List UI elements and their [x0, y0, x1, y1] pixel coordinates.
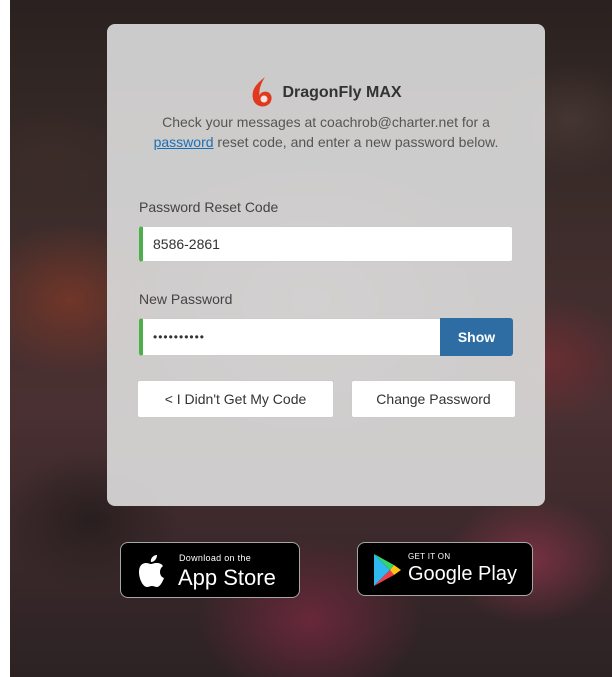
- change-password-button[interactable]: Change Password: [351, 380, 516, 418]
- reset-code-label: Password Reset Code: [139, 199, 279, 215]
- reset-code-input[interactable]: 8586-2861: [139, 226, 513, 262]
- google-play-badge[interactable]: GET IT ON Google Play: [357, 542, 533, 596]
- google-play-icon: [372, 553, 402, 592]
- google-play-small-text: GET IT ON: [408, 552, 451, 561]
- password-link[interactable]: password: [154, 134, 214, 150]
- apple-icon: [137, 554, 165, 593]
- app-store-badge[interactable]: Download on the App Store: [120, 542, 300, 598]
- reset-password-card: DragonFly MAX Check your messages at coa…: [107, 24, 545, 506]
- new-password-input[interactable]: ••••••••••: [139, 318, 441, 356]
- didnt-get-code-button[interactable]: < I Didn't Get My Code: [137, 380, 334, 418]
- show-password-button[interactable]: Show: [440, 318, 513, 356]
- app-store-title: App Store: [178, 565, 276, 590]
- brand-header: DragonFly MAX: [107, 76, 545, 110]
- brand-name: DragonFly MAX: [282, 84, 402, 101]
- app-store-small-text: Download on the: [179, 553, 252, 563]
- instructions-text: Check your messages at coachrob@charter.…: [153, 114, 499, 150]
- google-play-title: Google Play: [408, 563, 517, 585]
- dragonfly-logo-icon: [250, 76, 274, 110]
- new-password-label: New Password: [139, 291, 233, 307]
